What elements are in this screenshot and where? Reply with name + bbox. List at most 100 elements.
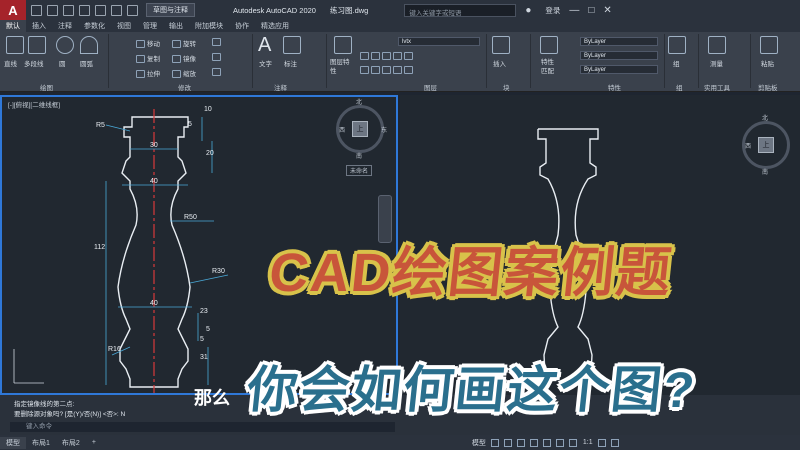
drawing-name: 练习图.dwg (329, 5, 369, 15)
tab-annotate[interactable]: 注释 (52, 20, 78, 32)
trim-tool-icon[interactable] (212, 38, 223, 46)
command-input[interactable]: 键入命令 (10, 422, 395, 432)
insert-block-label[interactable]: 插入 (493, 58, 506, 68)
snap-icon[interactable] (503, 438, 512, 447)
block-group-label[interactable]: 块 (503, 82, 510, 92)
question-overlay: 你会如何画这个图? (244, 362, 699, 418)
color-dropdown[interactable]: ByLayer (580, 37, 658, 46)
properties-group-label[interactable]: 特性 (608, 82, 621, 92)
measure-tool-icon[interactable] (708, 36, 726, 54)
groups-group-label[interactable]: 组 (676, 82, 683, 92)
group-tool-label[interactable]: 组 (673, 58, 680, 68)
grid-icon[interactable] (490, 438, 499, 447)
ortho-icon[interactable] (516, 438, 525, 447)
tab-parametric[interactable]: 参数化 (78, 20, 111, 32)
gear-icon[interactable] (597, 438, 606, 447)
workspace-selector[interactable]: 草图与注释 (146, 3, 195, 17)
measure-tool-label[interactable]: 测量 (710, 58, 723, 68)
dimension-tool-icon[interactable] (283, 36, 301, 54)
paste-label[interactable]: 粘贴 (761, 58, 774, 68)
ucs-label[interactable]: 未命名 (346, 165, 373, 176)
osnap-icon[interactable] (542, 438, 551, 447)
modify-group-label[interactable]: 修改 (178, 82, 191, 92)
login-button[interactable]: 登录 (545, 5, 560, 16)
save-icon[interactable] (63, 4, 74, 16)
dim-30: 30 (150, 142, 158, 149)
new-file-icon[interactable] (31, 4, 42, 16)
tab-manage[interactable]: 管理 (137, 20, 163, 32)
scale-tool[interactable]: 缩放 (172, 68, 196, 79)
copy-tool[interactable]: 复制 (136, 53, 160, 64)
undo-icon[interactable] (111, 4, 122, 16)
stretch-tool[interactable]: 拉伸 (136, 68, 160, 79)
redo-icon[interactable] (127, 4, 138, 16)
line-tool-icon[interactable] (6, 36, 24, 54)
annotation-scale[interactable]: 1:1 (583, 439, 593, 446)
line-tool-label[interactable]: 直线 (4, 58, 17, 68)
layer-properties-label[interactable]: 图层特性 (330, 58, 354, 76)
tab-default[interactable]: 默认 (0, 20, 26, 32)
layer-icons-2[interactable] (360, 66, 415, 74)
app-title: Autodesk AutoCAD 2020 (233, 5, 316, 15)
move-tool[interactable]: 移动 (136, 38, 160, 49)
utilities-group-label[interactable]: 实用工具 (704, 82, 730, 92)
lineweight-dropdown[interactable]: ByLayer (580, 65, 658, 74)
tab-insert[interactable]: 插入 (26, 20, 52, 32)
arc-tool-label[interactable]: 圆弧 (80, 58, 93, 68)
match-properties-label[interactable]: 特性匹配 (541, 58, 557, 76)
dimension-tool-label[interactable]: 标注 (284, 58, 297, 68)
text-tool-icon[interactable]: A (258, 35, 276, 55)
app-logo[interactable]: A (0, 0, 26, 20)
circle-tool-label[interactable]: 圆 (59, 58, 66, 68)
tab-output[interactable]: 输出 (163, 20, 189, 32)
tab-addins[interactable]: 附加模块 (189, 20, 229, 32)
dim-5: 5 (188, 121, 192, 128)
clipboard-group-label[interactable]: 剪贴板 (758, 82, 778, 92)
layer-properties-icon[interactable] (334, 36, 352, 54)
text-tool-label[interactable]: 文字 (259, 58, 272, 68)
paste-icon[interactable] (760, 36, 778, 54)
print-icon[interactable] (95, 4, 106, 16)
arc-tool-icon[interactable] (80, 36, 98, 54)
user-icon[interactable]: ● (525, 5, 531, 16)
rotate-tool[interactable]: 旋转 (172, 38, 196, 49)
tab-collaborate[interactable]: 协作 (229, 20, 255, 32)
polyline-tool-icon[interactable] (28, 36, 46, 54)
array-tool-icon[interactable] (212, 68, 223, 76)
annotation-group-label[interactable]: 注释 (274, 82, 287, 92)
tab-layout1[interactable]: 布局1 (26, 437, 56, 449)
tab-featured-apps[interactable]: 精选应用 (255, 20, 295, 32)
maximize-button[interactable]: □ (588, 5, 594, 16)
linetype-dropdown[interactable]: ByLayer (580, 51, 658, 60)
minimize-button[interactable]: — (569, 5, 579, 16)
status-model[interactable]: 模型 (472, 438, 486, 448)
mirror-tool[interactable]: 镜像 (172, 53, 196, 64)
tab-view[interactable]: 视图 (111, 20, 137, 32)
insert-block-icon[interactable] (492, 36, 510, 54)
open-file-icon[interactable] (47, 4, 58, 16)
annotation-icon[interactable] (568, 438, 577, 447)
compass-west: 西 (339, 128, 346, 134)
layer-icons[interactable] (360, 52, 415, 60)
layer-dropdown[interactable]: lvtx (398, 37, 480, 46)
tab-model[interactable]: 模型 (0, 436, 26, 449)
draw-group-label[interactable]: 绘图 (40, 82, 53, 92)
polar-icon[interactable] (529, 438, 538, 447)
layers-group-label[interactable]: 图层 (424, 82, 437, 92)
right-view-cube[interactable]: 上 (758, 137, 774, 153)
view-cube[interactable]: 上 (352, 121, 368, 137)
lineweight-icon[interactable] (555, 438, 564, 447)
save-as-icon[interactable] (79, 4, 90, 16)
polyline-tool-label[interactable]: 多段线 (24, 58, 44, 68)
tab-layout2[interactable]: 布局2 (56, 437, 86, 449)
ribbon-tabs: 默认 插入 注释 参数化 视图 管理 输出 附加模块 协作 精选应用 (0, 20, 800, 32)
search-input[interactable]: 键入关键字或短语 (404, 3, 517, 17)
circle-tool-icon[interactable] (56, 36, 74, 54)
customize-icon[interactable] (610, 438, 619, 447)
add-layout-button[interactable]: + (86, 438, 102, 447)
fillet-tool-icon[interactable] (212, 53, 223, 61)
match-properties-icon[interactable] (540, 36, 558, 54)
dim-40: 40 (150, 178, 158, 185)
close-button[interactable]: ✕ (603, 5, 611, 16)
group-tool-icon[interactable] (668, 36, 686, 54)
